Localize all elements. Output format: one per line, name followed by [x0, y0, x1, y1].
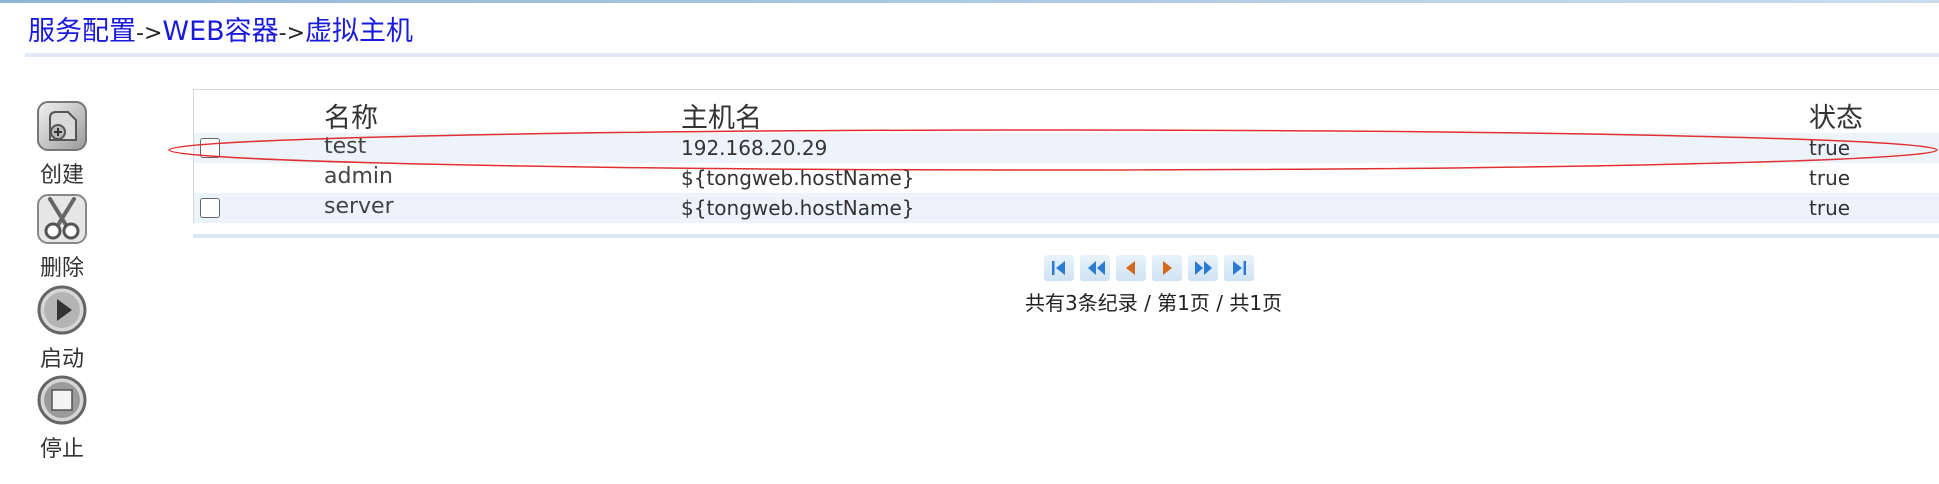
top-accent-bar: [0, 0, 1939, 3]
scissors-icon: [37, 194, 87, 244]
stop-button[interactable]: 停止: [30, 374, 94, 463]
breadcrumb-item-web-container[interactable]: WEB容器: [162, 16, 278, 47]
virtual-host-table: 名称 主机名 状态 test 192.168.20.29 true admin …: [193, 89, 1939, 223]
row-host: ${tongweb.hostName}: [681, 166, 915, 190]
stop-icon: [37, 375, 87, 425]
breadcrumb-divider: [25, 53, 1939, 57]
row-host: ${tongweb.hostName}: [681, 196, 915, 220]
breadcrumb-separator: ->: [136, 21, 163, 46]
delete-label: 删除: [39, 256, 84, 281]
column-header-host[interactable]: 主机名: [681, 96, 762, 135]
play-icon: [37, 285, 87, 335]
previous-page-button[interactable]: [1116, 255, 1146, 281]
column-header-status[interactable]: 状态: [1809, 96, 1863, 135]
stop-label: 停止: [39, 437, 84, 462]
row-name: server: [324, 194, 394, 219]
row-status: true: [1809, 136, 1851, 160]
table-bottom-divider: [193, 234, 1939, 238]
start-label: 启动: [39, 347, 84, 372]
next-page-icon: [1163, 261, 1172, 275]
fast-forward-icon: [1195, 261, 1212, 275]
fast-back-button[interactable]: [1080, 255, 1110, 281]
create-button[interactable]: 创建: [30, 100, 94, 189]
row-status: true: [1809, 166, 1851, 190]
row-name: test: [324, 134, 367, 159]
previous-page-icon: [1126, 261, 1135, 275]
fast-forward-button[interactable]: [1188, 255, 1218, 281]
row-checkbox[interactable]: [200, 198, 220, 218]
row-name: admin: [324, 164, 393, 189]
last-page-button[interactable]: [1224, 255, 1254, 281]
breadcrumb-separator: ->: [278, 21, 306, 46]
table-row[interactable]: test 192.168.20.29 true: [194, 133, 1939, 163]
delete-button[interactable]: 删除: [30, 193, 94, 282]
fast-back-icon: [1088, 261, 1105, 275]
start-button[interactable]: 启动: [30, 284, 94, 373]
breadcrumb-item-service-config[interactable]: 服务配置: [28, 16, 136, 47]
row-status: true: [1809, 196, 1851, 220]
create-icon: [37, 101, 87, 151]
create-label: 创建: [39, 163, 84, 188]
last-page-icon: [1233, 261, 1246, 275]
first-page-button[interactable]: [1044, 255, 1074, 281]
row-host: 192.168.20.29: [681, 136, 828, 160]
pagination-summary: 共有3条纪录 / 第1页 / 共1页: [1025, 291, 1283, 315]
breadcrumb: 服务配置->WEB容器->虚拟主机: [28, 9, 413, 48]
table-row[interactable]: server ${tongweb.hostName} true: [194, 193, 1939, 223]
next-page-button[interactable]: [1152, 255, 1182, 281]
row-checkbox[interactable]: [200, 138, 220, 158]
first-page-icon: [1052, 261, 1065, 275]
column-header-name[interactable]: 名称: [324, 96, 378, 135]
table-row[interactable]: admin ${tongweb.hostName} true: [194, 163, 1939, 193]
breadcrumb-item-virtual-host[interactable]: 虚拟主机: [305, 16, 413, 47]
